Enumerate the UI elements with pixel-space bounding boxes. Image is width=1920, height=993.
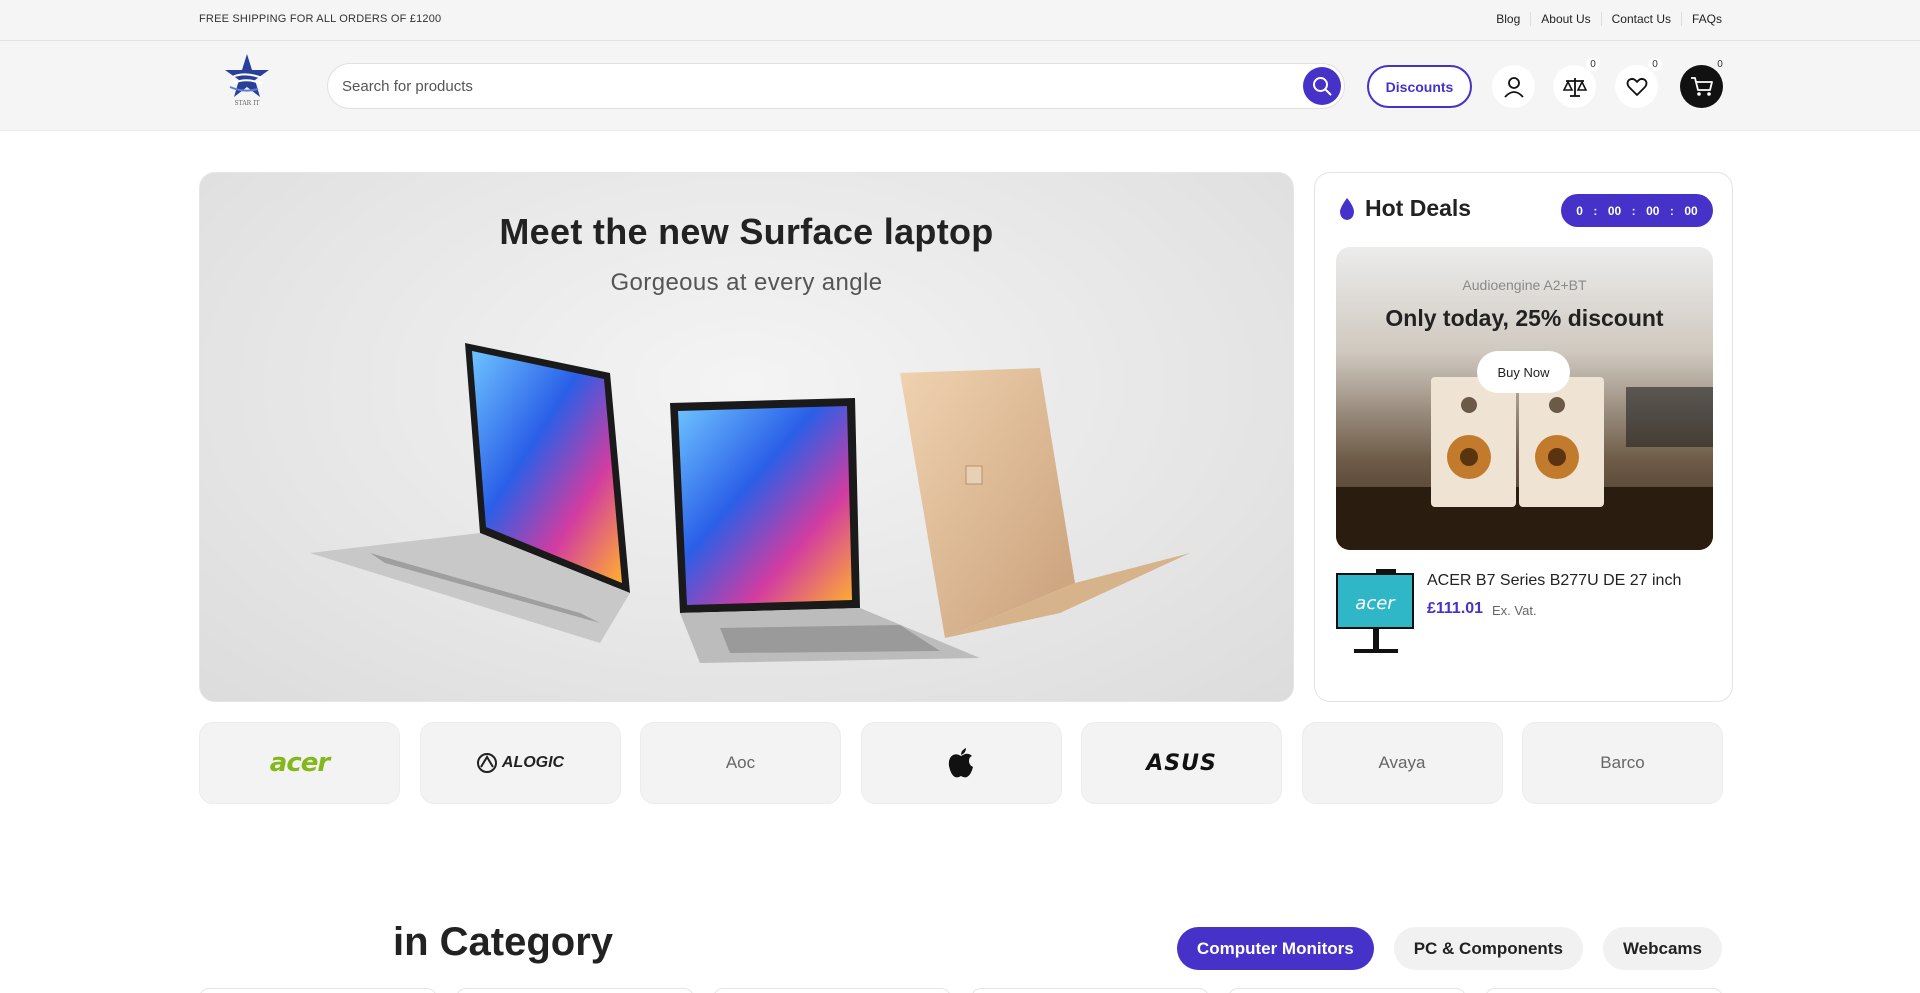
top-links: Blog About Us Contact Us FAQs: [1486, 12, 1722, 26]
faqs-link[interactable]: FAQs: [1680, 12, 1722, 26]
product-price: £111.01: [1427, 600, 1484, 617]
promo-product-name: Audioengine A2+BT: [1462, 277, 1587, 293]
account-button[interactable]: [1492, 65, 1535, 108]
site-header: STAR IT Discounts 0 0: [0, 41, 1920, 131]
timer-minutes: 00: [1646, 203, 1660, 218]
brand-alogic[interactable]: ALOGIC: [419, 722, 621, 804]
search-input[interactable]: [342, 64, 1262, 108]
star-logo-icon: [225, 54, 269, 97]
search-bar: [327, 63, 1345, 109]
hero-title: Meet the new Surface laptop: [499, 211, 994, 252]
alogic-mark-icon: [476, 753, 497, 773]
brand-aoc[interactable]: Aoc: [640, 722, 841, 804]
product-card[interactable]: [713, 988, 952, 993]
compare-button[interactable]: 0: [1553, 58, 1600, 108]
user-icon: [1503, 76, 1524, 98]
alogic-text: ALOGIC: [501, 754, 565, 771]
wishlist-count-badge: 0: [1648, 58, 1662, 71]
search-icon: [1313, 77, 1332, 96]
product-card[interactable]: [199, 988, 437, 993]
brand-acer[interactable]: acer: [199, 722, 400, 804]
hot-deals-title: Hot Deals: [1365, 195, 1472, 221]
compare-scale-icon: [1562, 77, 1587, 97]
acer-logo: acer: [269, 748, 330, 778]
tab-pc-components[interactable]: PC & Components: [1393, 927, 1583, 970]
deal-promo-card[interactable]: Audioengine A2+BT Only today, 25% discou…: [1336, 247, 1713, 550]
timer-seconds: 00: [1684, 203, 1698, 218]
timer-days: 0: [1576, 203, 1583, 218]
brand-avaya[interactable]: Avaya: [1301, 722, 1503, 804]
brand-asus[interactable]: ASUS: [1081, 722, 1282, 804]
apple-logo-icon: [948, 748, 973, 778]
search-button[interactable]: [1303, 67, 1341, 105]
flame-icon: [1340, 198, 1354, 220]
category-tabs: Computer Monitors PC & Components Webcam…: [1176, 927, 1722, 970]
contact-us-link[interactable]: Contact Us: [1600, 12, 1681, 26]
price-vat-note: Ex. Vat.: [1492, 603, 1537, 618]
avaya-label: Avaya: [1378, 753, 1426, 772]
asus-logo: ASUS: [1146, 750, 1217, 776]
heart-icon: [1626, 77, 1647, 96]
about-us-link[interactable]: About Us: [1530, 12, 1600, 26]
hot-deals-panel: Hot Deals 0 : 00 : 00 : 00 Audioengine A…: [1314, 172, 1733, 702]
hero-banner[interactable]: Meet the new Surface laptop Gorgeous at …: [199, 172, 1294, 702]
discounts-button[interactable]: Discounts: [1367, 65, 1472, 108]
product-card[interactable]: [456, 988, 695, 993]
brand-apple[interactable]: [860, 722, 1062, 804]
brand-strip: acer ALOGIC Aoc ASUS Avaya Barco: [199, 722, 1723, 804]
product-name[interactable]: ACER B7 Series B277U DE 27 inch: [1427, 572, 1681, 590]
cart-count-badge: 0: [1717, 59, 1723, 70]
cart-icon: [1690, 76, 1713, 96]
aoc-label: Aoc: [725, 753, 756, 772]
top-bar: FREE SHIPPING FOR ALL ORDERS OF £1200 Bl…: [0, 0, 1920, 41]
hero-subtitle: Gorgeous at every angle: [610, 269, 883, 296]
svg-text:acer: acer: [1355, 593, 1396, 614]
compare-count-badge: 0: [1586, 58, 1600, 71]
monitor-thumbnail: acer: [1336, 569, 1414, 653]
countdown-timer: 0 : 00 : 00 : 00: [1561, 194, 1713, 227]
brand-barco[interactable]: Barco: [1522, 722, 1723, 804]
category-heading: in Category: [393, 920, 614, 964]
tab-webcams[interactable]: Webcams: [1602, 927, 1722, 970]
promo-title: Only today, 25% discount: [1385, 305, 1664, 331]
buy-now-button[interactable]: Buy Now: [1477, 351, 1570, 393]
deal-product[interactable]: acer ACER B7 Series B277U DE 27 inch £11…: [1336, 569, 1713, 659]
timer-separator: :: [1669, 203, 1674, 218]
alogic-logo: ALOGIC: [476, 752, 564, 774]
tab-computer-monitors[interactable]: Computer Monitors: [1176, 927, 1374, 970]
category-product-cards: [199, 988, 1723, 993]
shipping-notice: FREE SHIPPING FOR ALL ORDERS OF £1200: [199, 13, 442, 25]
blog-link[interactable]: Blog: [1486, 12, 1530, 26]
timer-hours: 00: [1607, 203, 1622, 218]
wishlist-button[interactable]: 0: [1615, 58, 1662, 108]
product-card[interactable]: [970, 988, 1209, 993]
logo-text: STAR IT: [234, 100, 260, 107]
site-logo[interactable]: STAR IT: [224, 53, 270, 111]
product-card[interactable]: [1227, 988, 1466, 993]
timer-separator: :: [1593, 203, 1598, 218]
timer-separator: :: [1631, 203, 1636, 218]
barco-label: Barco: [1600, 753, 1645, 772]
product-card[interactable]: [1484, 988, 1723, 993]
cart-button[interactable]: 0: [1680, 59, 1723, 108]
